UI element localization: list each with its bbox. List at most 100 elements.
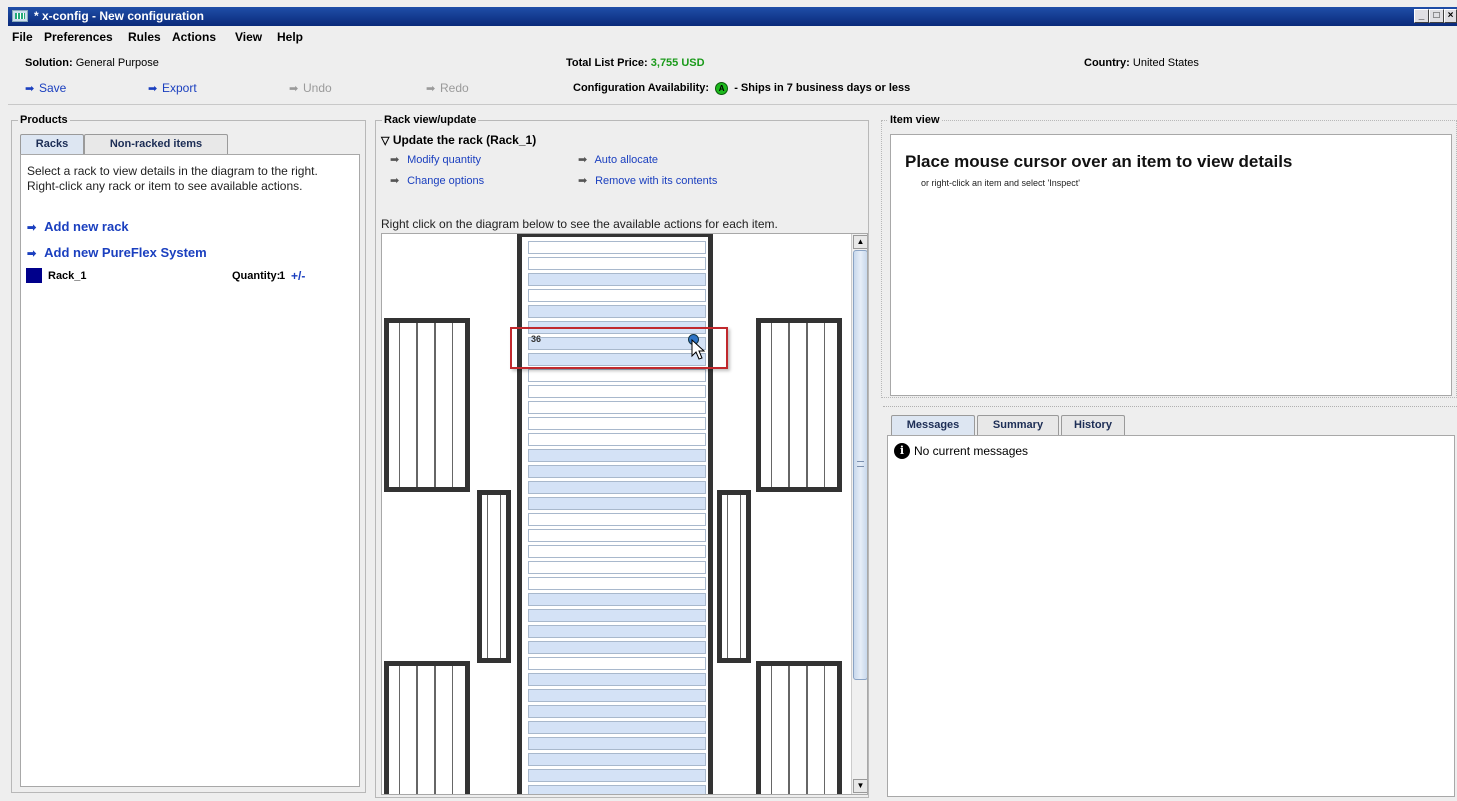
tab-summary[interactable]: Summary bbox=[977, 415, 1059, 435]
racks-tab-content: Select a rack to view details in the dia… bbox=[20, 154, 360, 787]
menu-bar: File Preferences Rules Actions View Help bbox=[8, 26, 1457, 47]
rack-unit-slot[interactable] bbox=[528, 385, 706, 398]
rack-unit-slot[interactable] bbox=[528, 257, 706, 270]
arrow-right-icon: ➡ bbox=[390, 154, 400, 166]
change-options-link[interactable]: ➡ Change options bbox=[390, 174, 484, 187]
title-bar: * x-config - New configuration _ □ × bbox=[8, 7, 1457, 26]
tab-history[interactable]: History bbox=[1061, 415, 1125, 435]
rack-unit-slot[interactable] bbox=[528, 433, 706, 446]
products-panel: Products Racks Non-racked items Select a… bbox=[11, 114, 366, 793]
rack-list-item[interactable]: Rack_1 Quantity: 1 +/- bbox=[26, 268, 356, 284]
rack-unit-slot[interactable] bbox=[528, 513, 706, 526]
diagram-scrollbar[interactable]: ▲ ▼ bbox=[851, 234, 867, 794]
rack-unit-slot[interactable] bbox=[528, 577, 706, 590]
app-icon bbox=[12, 10, 28, 22]
item-view-content: Place mouse cursor over an item to view … bbox=[890, 134, 1452, 396]
rack-view-title: Rack view/update bbox=[382, 114, 479, 126]
rack-unit-slot[interactable] bbox=[528, 753, 706, 766]
redo-button[interactable]: ➡ Redo bbox=[426, 81, 469, 95]
door-right[interactable] bbox=[717, 490, 751, 663]
rack-unit-slot[interactable] bbox=[528, 641, 706, 654]
messages-text: No current messages bbox=[914, 444, 1029, 458]
scroll-thumb[interactable] bbox=[853, 250, 867, 680]
info-icon: i bbox=[894, 443, 910, 459]
menu-preferences[interactable]: Preferences bbox=[44, 30, 113, 44]
triangle-down-icon: ▽ bbox=[381, 135, 390, 147]
rack-unit-slot[interactable] bbox=[528, 721, 706, 734]
scroll-down-icon[interactable]: ▼ bbox=[853, 779, 867, 793]
minimize-button[interactable]: _ bbox=[1414, 9, 1429, 23]
maximize-button[interactable]: □ bbox=[1429, 9, 1444, 23]
rack-unit-slot[interactable] bbox=[528, 497, 706, 510]
menu-rules[interactable]: Rules bbox=[128, 30, 161, 44]
rack-unit-slot[interactable] bbox=[528, 689, 706, 702]
side-panel-bottom-right[interactable] bbox=[756, 661, 842, 794]
rack-unit-slot[interactable] bbox=[528, 241, 706, 254]
rack-unit-slot[interactable] bbox=[528, 273, 706, 286]
arrow-right-icon: ➡ bbox=[27, 248, 37, 260]
availability-badge-icon: A bbox=[715, 82, 729, 95]
rack-unit-slot[interactable] bbox=[528, 401, 706, 414]
arrow-right-icon: ➡ bbox=[390, 175, 400, 187]
rack-unit-slot[interactable] bbox=[528, 705, 706, 718]
item-view-heading: Place mouse cursor over an item to view … bbox=[905, 152, 1293, 171]
rack-unit-slot[interactable] bbox=[528, 609, 706, 622]
rack-unit-slot[interactable] bbox=[528, 769, 706, 782]
rack-cabinet[interactable]: 36 bbox=[517, 234, 713, 794]
tab-non-racked-items[interactable]: Non-racked items bbox=[84, 134, 228, 154]
rack-unit-slot[interactable] bbox=[528, 449, 706, 462]
menu-view[interactable]: View bbox=[235, 30, 262, 44]
rack-unit-slot[interactable] bbox=[528, 737, 706, 750]
rack-unit-slot[interactable] bbox=[528, 417, 706, 430]
rack-unit-slot[interactable] bbox=[528, 545, 706, 558]
menu-actions[interactable]: Actions bbox=[172, 30, 216, 44]
quantity-adjust-link[interactable]: +/- bbox=[291, 269, 305, 283]
remove-with-contents-link[interactable]: ➡ Remove with its contents bbox=[578, 174, 717, 187]
update-rack-header[interactable]: ▽ Update the rack (Rack_1) bbox=[381, 133, 536, 147]
rack-unit-slot[interactable] bbox=[528, 785, 706, 794]
messages-panel: Messages Summary History i No current me… bbox=[883, 406, 1457, 798]
rack-unit-slot[interactable] bbox=[528, 369, 706, 382]
rack-unit-slot[interactable] bbox=[528, 481, 706, 494]
close-button[interactable]: × bbox=[1444, 9, 1457, 23]
quantity-value: 1 bbox=[279, 270, 286, 282]
rack-diagram[interactable]: 36 ▲ ▼ bbox=[381, 233, 868, 795]
rack-unit-slot[interactable] bbox=[528, 289, 706, 302]
save-button[interactable]: ➡ Save bbox=[25, 81, 66, 95]
rack-unit-slot[interactable] bbox=[528, 673, 706, 686]
diagram-instructions: Right click on the diagram below to see … bbox=[381, 217, 778, 231]
item-view-panel: Item view Place mouse cursor over an ite… bbox=[881, 114, 1457, 398]
side-panel-top-left[interactable] bbox=[384, 318, 470, 492]
products-title: Products bbox=[18, 114, 70, 126]
item-view-subtext: or right-click an item and select 'Inspe… bbox=[921, 178, 1081, 188]
rack-unit-slot[interactable] bbox=[528, 305, 706, 318]
tab-messages[interactable]: Messages bbox=[891, 415, 975, 437]
rack-unit-slot[interactable] bbox=[528, 593, 706, 606]
tab-racks[interactable]: Racks bbox=[20, 134, 84, 156]
arrow-right-icon: ➡ bbox=[426, 83, 436, 95]
total-price: Total List Price: 3,755 USD bbox=[566, 57, 705, 69]
solution-info: Solution: General Purpose bbox=[25, 57, 159, 69]
rack-unit-slot[interactable] bbox=[528, 657, 706, 670]
undo-button[interactable]: ➡ Undo bbox=[289, 81, 332, 95]
rack-unit-slot[interactable] bbox=[528, 529, 706, 542]
arrow-right-icon: ➡ bbox=[25, 83, 35, 95]
quantity-label: Quantity: bbox=[232, 270, 281, 282]
arrow-right-icon: ➡ bbox=[148, 83, 158, 95]
menu-file[interactable]: File bbox=[12, 30, 33, 44]
export-button[interactable]: ➡ Export bbox=[148, 81, 197, 95]
configuration-availability: Configuration Availability: A - Ships in… bbox=[573, 82, 911, 95]
auto-allocate-link[interactable]: ➡ Auto allocate bbox=[578, 153, 658, 166]
door-left[interactable] bbox=[477, 490, 511, 663]
add-new-pureflex-link[interactable]: ➡ Add new PureFlex System bbox=[27, 245, 207, 260]
side-panel-top-right[interactable] bbox=[756, 318, 842, 492]
rack-unit-slot[interactable] bbox=[528, 625, 706, 638]
add-new-rack-link[interactable]: ➡ Add new rack bbox=[27, 219, 129, 234]
menu-help[interactable]: Help bbox=[277, 30, 303, 44]
rack-unit-slot[interactable] bbox=[528, 561, 706, 574]
scroll-up-icon[interactable]: ▲ bbox=[853, 235, 867, 249]
side-panel-bottom-left[interactable] bbox=[384, 661, 470, 794]
modify-quantity-link[interactable]: ➡ Modify quantity bbox=[390, 153, 481, 166]
rack-swatch-icon bbox=[26, 268, 42, 283]
rack-unit-slot[interactable] bbox=[528, 465, 706, 478]
